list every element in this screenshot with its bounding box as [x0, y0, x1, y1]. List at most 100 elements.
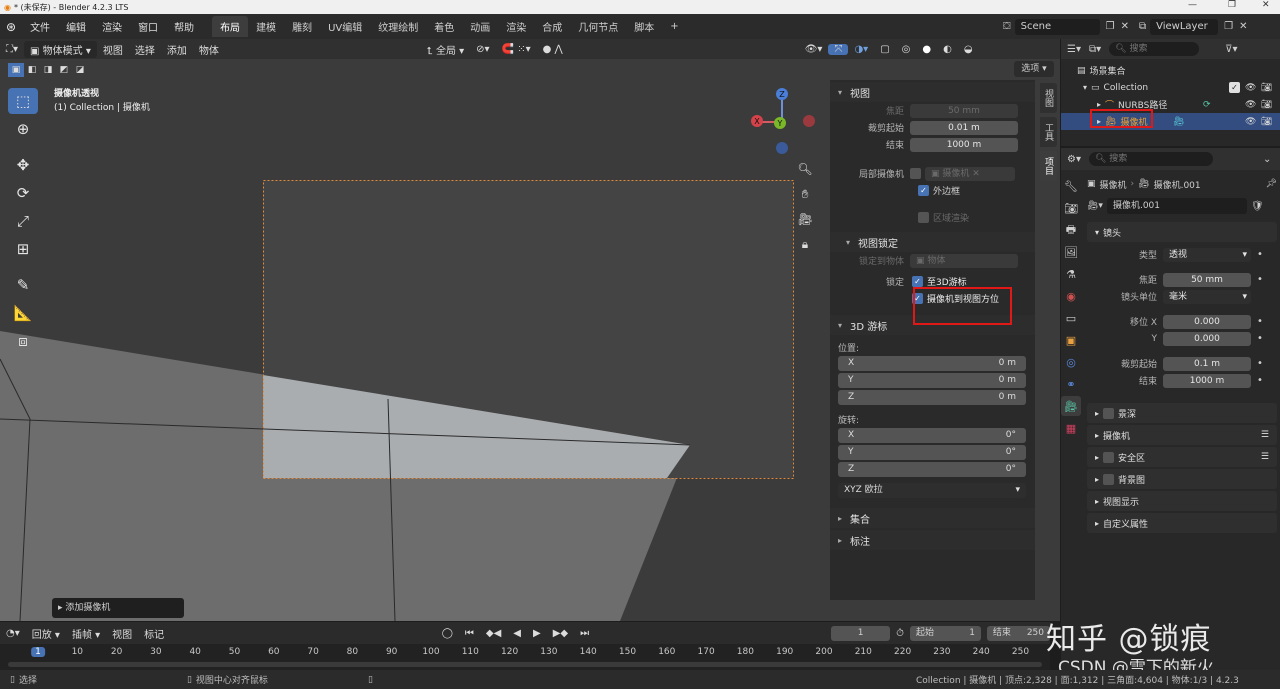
menu-help[interactable]: 帮助: [166, 19, 202, 34]
camera-view-icon[interactable]: 🎥︎: [796, 207, 814, 232]
cursor-location-z[interactable]: Z 0 m: [838, 390, 1026, 405]
end-frame-field[interactable]: 结束 250: [986, 625, 1051, 641]
clip-start-field[interactable]: 0.1 m: [1163, 356, 1251, 371]
visibility-icon[interactable]: 👁▾: [799, 44, 829, 55]
menu-file[interactable]: 文件: [22, 19, 58, 34]
shift-y-field[interactable]: 0.000: [1163, 331, 1251, 346]
minimize-icon[interactable]: —: [1188, 0, 1197, 10]
cursor-rotation-x[interactable]: X 0°: [838, 428, 1026, 443]
outliner-row-collection[interactable]: ▾ ▭ Collection ✓ 👁︎ 📷︎: [1061, 79, 1280, 96]
measure-tool-icon[interactable]: 📐: [8, 300, 38, 326]
outliner-display-mode-icon[interactable]: ⧉▾: [1089, 44, 1101, 55]
scene-field[interactable]: Scene: [1014, 18, 1100, 35]
outline-checkbox[interactable]: ✓: [918, 185, 929, 196]
menu-window[interactable]: 窗口: [130, 19, 166, 34]
eye-icon[interactable]: 👁︎: [1245, 117, 1256, 127]
tab-texture-paint[interactable]: 纹理绘制: [370, 16, 426, 37]
editor-type-icon[interactable]: ⛶▾: [0, 44, 24, 55]
sidebar-tab-item[interactable]: 项目: [1040, 151, 1057, 181]
select-subtract-icon[interactable]: ◨: [40, 63, 56, 77]
add-workspace-icon[interactable]: +: [662, 18, 686, 35]
gizmo-neg-z[interactable]: [776, 142, 788, 154]
lock-3d-cursor-checkbox[interactable]: ✓: [912, 276, 923, 287]
dof-section-header[interactable]: ▸ 景深: [1087, 403, 1277, 423]
datablock-browse-icon[interactable]: 🎥︎▾: [1087, 201, 1103, 211]
cursor-location-x[interactable]: X 0 m: [838, 356, 1026, 371]
region-render-checkbox[interactable]: [918, 212, 929, 223]
scene-icon[interactable]: ⛋: [1003, 21, 1011, 32]
rotation-mode-dropdown[interactable]: XYZ 欧拉 ▾: [838, 483, 1026, 498]
menu-render[interactable]: 渲染: [94, 19, 130, 34]
tab-uv-editing[interactable]: UV编辑: [320, 16, 370, 37]
viewlayer-field[interactable]: ViewLayer: [1150, 18, 1219, 35]
tab-rendering[interactable]: 渲染: [498, 16, 534, 37]
play-reverse-icon[interactable]: ◀: [507, 628, 527, 639]
sidebar-tab-view[interactable]: 视图: [1040, 83, 1057, 113]
viewport-display-section-header[interactable]: ▸ 视图显示: [1087, 491, 1277, 511]
camera-data-tab-icon[interactable]: 🎥︎: [1061, 396, 1081, 416]
zoom-icon[interactable]: 🔍︎: [796, 157, 814, 182]
background-images-checkbox[interactable]: [1103, 473, 1115, 485]
menu-add[interactable]: 添加: [161, 42, 193, 57]
gizmo-neg-x[interactable]: [803, 115, 815, 127]
shading-material-icon[interactable]: ◐: [937, 44, 958, 55]
tab-layout[interactable]: 布局: [212, 16, 249, 37]
tab-geometry-nodes[interactable]: 几何节点: [570, 16, 626, 37]
snap-icon[interactable]: 🧲 ⁙▾: [496, 44, 537, 55]
proportional-edit-icon[interactable]: ● ⋀: [537, 44, 569, 55]
scene-tab-icon[interactable]: ⚗: [1061, 264, 1081, 284]
current-frame-field[interactable]: 1: [831, 625, 891, 641]
tool-tab-icon[interactable]: 🔧︎: [1061, 176, 1081, 196]
timeline-ruler[interactable]: 1 10 20 30 40 50 60 70 80 90 100 110 120 130 140 150 160…: [0, 644, 1050, 670]
world-tab-icon[interactable]: ◉: [1061, 286, 1081, 306]
menu-keying[interactable]: 插帧 ▾: [66, 626, 106, 641]
lock-icon[interactable]: 🔒︎: [796, 232, 814, 257]
select-intersect-icon[interactable]: ◪: [72, 63, 88, 77]
lens-unit-dropdown[interactable]: 毫米 ▾: [1163, 289, 1251, 304]
local-camera-field[interactable]: ▣ 摄像机 ✕: [925, 166, 1015, 181]
xray-icon[interactable]: ▢: [874, 44, 895, 55]
lens-type-dropdown[interactable]: 透视 ▾: [1163, 247, 1251, 262]
list-icon[interactable]: ☰: [1261, 452, 1277, 462]
local-camera-checkbox[interactable]: [910, 168, 921, 179]
fake-user-icon[interactable]: 🛡︎: [1251, 201, 1264, 212]
list-icon[interactable]: ☰: [1261, 430, 1277, 440]
new-viewlayer-icon[interactable]: ❐: [1224, 21, 1233, 32]
options-dropdown[interactable]: 选项 ▾: [1014, 61, 1054, 77]
clip-start-field[interactable]: 0.01 m: [910, 120, 1018, 135]
object-tab-icon[interactable]: ▣: [1061, 330, 1081, 350]
prev-key-icon[interactable]: ◆◀: [480, 628, 507, 639]
exclude-checkbox[interactable]: ✓: [1229, 82, 1244, 93]
shading-solid-icon[interactable]: ●: [916, 44, 937, 55]
properties-search-input[interactable]: 🔍︎ 搜索: [1088, 152, 1213, 166]
jump-end-icon[interactable]: ⏭: [574, 628, 595, 639]
menu-select[interactable]: 选择: [129, 42, 161, 57]
cursor-tool-icon[interactable]: ⊕: [8, 116, 38, 142]
move-tool-icon[interactable]: ✥: [8, 152, 38, 178]
output-tab-icon[interactable]: 🖶: [1061, 220, 1081, 240]
camera-section-header[interactable]: ▸ 摄像机 ☰: [1087, 425, 1277, 445]
custom-properties-section-header[interactable]: ▸ 自定义属性: [1087, 513, 1277, 533]
physics-tab-icon[interactable]: ◎: [1061, 352, 1081, 372]
menu-view[interactable]: 视图: [97, 42, 129, 57]
focal-length-field[interactable]: 50 mm: [1163, 272, 1251, 287]
navigation-gizmo[interactable]: Z X Y: [748, 87, 820, 159]
sidebar-tab-tool[interactable]: 工具: [1040, 117, 1057, 147]
transform-tool-icon[interactable]: ⊞: [8, 236, 38, 262]
tab-animation[interactable]: 动画: [462, 16, 498, 37]
filter-icon[interactable]: ⊽▾: [1225, 44, 1237, 55]
auto-keying-icon[interactable]: ◯: [436, 628, 459, 639]
play-icon[interactable]: ▶: [527, 628, 547, 639]
clip-end-field[interactable]: 1000 m: [1163, 373, 1251, 388]
view-layer-tab-icon[interactable]: 🖼︎: [1061, 242, 1081, 262]
safe-areas-section-header[interactable]: ▸ 安全区 ☰: [1087, 447, 1277, 467]
eye-icon[interactable]: 👁︎: [1245, 83, 1256, 93]
safe-areas-checkbox[interactable]: [1103, 451, 1115, 463]
properties-options-icon[interactable]: ⌄: [1263, 154, 1271, 165]
cursor-rotation-z[interactable]: Z 0°: [838, 462, 1026, 477]
focal-length-field[interactable]: 50 mm: [910, 103, 1018, 118]
select-extend-icon[interactable]: ◧: [24, 63, 40, 77]
start-frame-field[interactable]: 起始 1: [909, 625, 981, 641]
view-lock-section-header[interactable]: ▾ 视图锁定: [830, 232, 1035, 252]
maximize-icon[interactable]: ❐: [1228, 0, 1236, 10]
